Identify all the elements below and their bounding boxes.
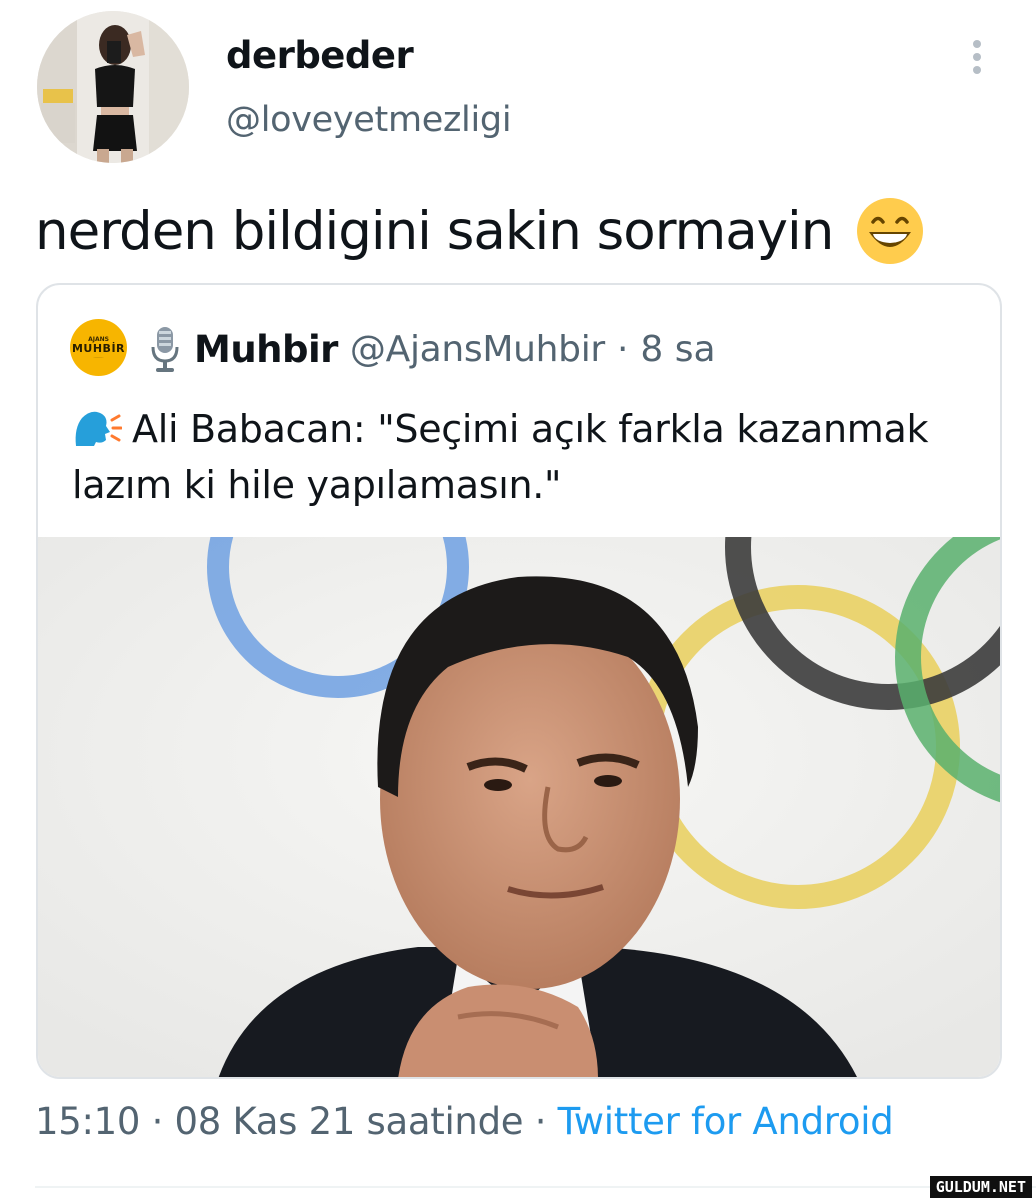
quoted-time[interactable]: 8 sa [640, 329, 715, 370]
quoted-avatar-line-3: ......... [93, 353, 104, 359]
quoted-avatar-line-2: MUHBİR [71, 341, 126, 355]
quoted-author-handle[interactable]: @AjansMuhbir [350, 329, 605, 370]
quoted-separator: · [616, 328, 629, 370]
author-handle[interactable]: @loveyetmezligi [226, 100, 512, 140]
quoted-tweet-photo[interactable] [38, 537, 1000, 1079]
microphone-icon [151, 327, 179, 372]
profile-photo [37, 11, 189, 163]
quoted-tweet-card[interactable]: AJANS MUHBİR ......... Muhbir @AjansMuhb… [36, 283, 1002, 1079]
divider [35, 1186, 1036, 1188]
tweet-timestamp[interactable]: 15:10 · 08 Kas 21 saatinde · [35, 1100, 558, 1143]
more-options-icon[interactable] [960, 36, 994, 78]
tweet-text-content: nerden bildigini sakin sormayin [35, 200, 834, 262]
grinning-face-emoji-icon [857, 198, 924, 264]
watermark: GULDUM.NET [929, 1176, 1032, 1198]
quoted-tweet-text: Ali Babacan: "Seçimi açık farkla kazanma… [72, 401, 982, 513]
tweet-text: nerden bildigini sakin sormayin [35, 196, 925, 266]
author-display-name[interactable]: derbeder [226, 34, 414, 77]
quoted-tweet-text-content: Ali Babacan: "Seçimi açık farkla kazanma… [72, 407, 929, 507]
tweet-source-link[interactable]: Twitter for Android [558, 1100, 894, 1143]
quoted-author-name[interactable]: Muhbir [194, 328, 338, 371]
author-avatar[interactable] [37, 11, 189, 163]
speaking-head-icon [75, 411, 122, 446]
tweet-meta: 15:10 · 08 Kas 21 saatinde · Twitter for… [35, 1100, 894, 1143]
quoted-tweet-header: Muhbir @AjansMuhbir · 8 sa [150, 325, 716, 373]
quoted-author-avatar[interactable]: AJANS MUHBİR ......... [70, 319, 127, 376]
